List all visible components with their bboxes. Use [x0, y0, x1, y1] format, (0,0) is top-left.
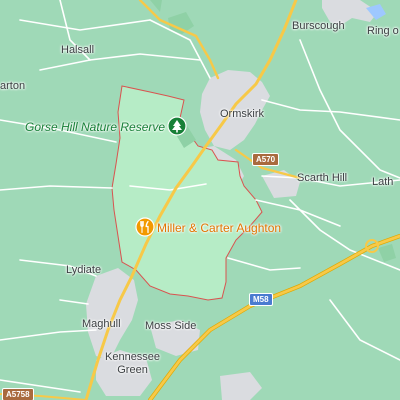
label-ring-o: Ring o [367, 25, 399, 37]
label-arton: arton [0, 80, 26, 92]
label-miller-carter[interactable]: Miller & Carter Aughton [157, 222, 281, 235]
label-gorse-hill[interactable]: Gorse Hill Nature Reserve [25, 121, 165, 134]
label-scarth-hill: Scarth Hill [297, 172, 348, 184]
label-kennessee-line2: Green [117, 364, 148, 376]
road-shield-m58: M58 [249, 293, 273, 306]
label-burscough: Burscough [292, 20, 345, 32]
label-halsall: Halsall [61, 44, 95, 56]
restaurant-icon [135, 217, 155, 237]
road-shield-a5758: A5758 [2, 388, 34, 400]
label-lath: Lath [372, 176, 394, 188]
map-base-layer [0, 0, 400, 400]
poi-miller-carter[interactable] [135, 217, 155, 242]
label-maghull: Maghull [82, 318, 121, 330]
map-canvas[interactable]: Burscough Ring o Halsall arton Ormskirk … [0, 0, 400, 400]
tree-icon [167, 116, 187, 136]
label-lydiate: Lydiate [66, 264, 102, 276]
road-shield-a570: A570 [252, 153, 280, 166]
label-ormskirk: Ormskirk [220, 108, 264, 120]
label-kennessee-green: Kennessee Green [105, 351, 160, 377]
label-moss-side: Moss Side [145, 320, 197, 332]
label-kennessee-line1: Kennessee [105, 351, 161, 363]
poi-gorse-hill[interactable] [167, 116, 187, 141]
